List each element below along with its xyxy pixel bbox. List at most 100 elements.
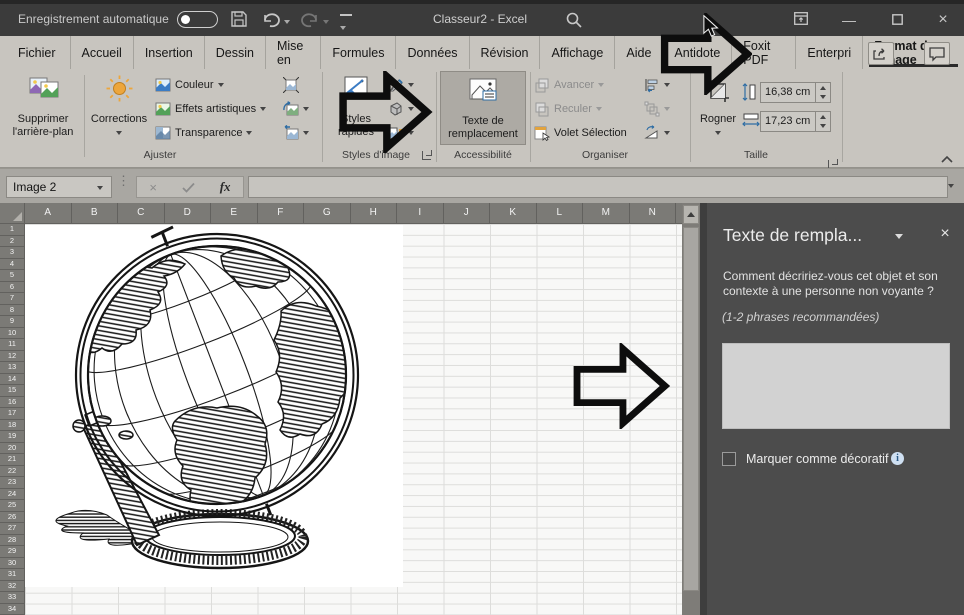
row-header-13[interactable]: 13 <box>0 362 25 374</box>
alt-text-button[interactable]: Texte de remplacement <box>440 71 526 145</box>
undo-menu-chevron[interactable] <box>284 20 290 24</box>
pane-close-icon[interactable]: × <box>935 225 955 243</box>
undo-icon[interactable] <box>261 10 281 30</box>
search-icon[interactable] <box>565 11 583 32</box>
column-header-h[interactable]: H <box>351 203 398 223</box>
row-header-5[interactable]: 5 <box>0 270 25 282</box>
selection-pane-button[interactable]: Volet Sélection <box>534 125 627 141</box>
column-header-f[interactable]: F <box>258 203 305 223</box>
tab-accueil[interactable]: Accueil <box>71 36 134 69</box>
tab-donn-es[interactable]: Données <box>396 36 469 69</box>
width-spinner[interactable]: 17,23 cm <box>760 111 831 132</box>
column-header-a[interactable]: A <box>25 203 72 223</box>
namebox-divider-dots[interactable]: ⋮ <box>117 178 130 184</box>
row-header-29[interactable]: 29 <box>0 546 25 558</box>
row-header-26[interactable]: 26 <box>0 512 25 524</box>
autosave-toggle[interactable] <box>177 11 218 28</box>
row-header-14[interactable]: 14 <box>0 374 25 386</box>
row-header-3[interactable]: 3 <box>0 247 25 259</box>
row-header-24[interactable]: 24 <box>0 489 25 501</box>
row-header-7[interactable]: 7 <box>0 293 25 305</box>
tab-r-vision[interactable]: Révision <box>470 36 541 69</box>
tab-insertion[interactable]: Insertion <box>134 36 205 69</box>
column-header-k[interactable]: K <box>490 203 537 223</box>
column-header-l[interactable]: L <box>537 203 584 223</box>
globe-picture[interactable] <box>25 225 403 587</box>
width-spin-buttons[interactable] <box>816 111 831 132</box>
row-header-18[interactable]: 18 <box>0 420 25 432</box>
styles-dialog-launcher-icon[interactable] <box>422 151 431 160</box>
row-header-19[interactable]: 19 <box>0 431 25 443</box>
alt-text-textarea[interactable] <box>722 343 950 429</box>
scrollbar-thumb[interactable] <box>683 227 699 591</box>
maximize-button[interactable] <box>886 10 908 30</box>
row-header-12[interactable]: 12 <box>0 351 25 363</box>
row-header-4[interactable]: 4 <box>0 259 25 271</box>
tab-aide[interactable]: Aide <box>615 36 663 69</box>
picture-effects-button[interactable] <box>388 101 414 117</box>
row-header-2[interactable]: 2 <box>0 236 25 248</box>
change-picture-button[interactable] <box>283 101 309 117</box>
rotate-button[interactable] <box>644 125 670 141</box>
formula-input[interactable] <box>248 176 948 198</box>
compress-picture-button[interactable] <box>283 77 299 93</box>
row-header-11[interactable]: 11 <box>0 339 25 351</box>
column-header-d[interactable]: D <box>165 203 212 223</box>
info-icon[interactable]: i <box>891 452 904 465</box>
insert-function-icon[interactable]: fx <box>220 179 231 195</box>
tab-enterpri[interactable]: Enterpri <box>796 36 863 69</box>
minimize-button[interactable]: — <box>838 10 860 30</box>
row-header-16[interactable]: 16 <box>0 397 25 409</box>
vertical-scrollbar[interactable] <box>682 203 700 615</box>
effets-artistiques-button[interactable]: Effets artistiques <box>155 101 266 117</box>
row-header-21[interactable]: 21 <box>0 454 25 466</box>
row-header-27[interactable]: 27 <box>0 523 25 535</box>
tab-fichier[interactable]: Fichier <box>4 36 71 69</box>
row-header-22[interactable]: 22 <box>0 466 25 478</box>
comment-button[interactable] <box>924 42 950 65</box>
row-header-10[interactable]: 10 <box>0 328 25 340</box>
tab-formules[interactable]: Formules <box>321 36 396 69</box>
row-header-8[interactable]: 8 <box>0 305 25 317</box>
column-header-b[interactable]: B <box>72 203 119 223</box>
tab-antidote[interactable]: Antidote <box>663 36 732 69</box>
reset-picture-button[interactable] <box>283 125 309 141</box>
height-spin-buttons[interactable] <box>816 82 831 103</box>
name-box[interactable]: Image 2 <box>6 176 112 198</box>
picture-layout-button[interactable] <box>388 125 414 141</box>
tab-mise-en[interactable]: Mise en <box>266 36 321 69</box>
picture-border-button[interactable] <box>388 77 414 93</box>
couleur-button[interactable]: Couleur <box>155 77 224 93</box>
column-header-m[interactable]: M <box>583 203 630 223</box>
collapse-ribbon-icon[interactable] <box>940 151 954 161</box>
tab-foxit-pdf[interactable]: Foxit PDF <box>732 36 796 69</box>
tab-dessin[interactable]: Dessin <box>205 36 266 69</box>
row-header-17[interactable]: 17 <box>0 408 25 420</box>
expand-formula-bar-chevron[interactable] <box>948 184 954 188</box>
scroll-up-button[interactable] <box>683 205 699 224</box>
row-header-9[interactable]: 9 <box>0 316 25 328</box>
tab-affichage[interactable]: Affichage <box>540 36 615 69</box>
share-button[interactable] <box>868 42 894 65</box>
row-header-25[interactable]: 25 <box>0 500 25 512</box>
column-header-n[interactable]: N <box>630 203 677 223</box>
row-header-1[interactable]: 1 <box>0 224 25 236</box>
height-value[interactable]: 16,38 cm <box>760 82 816 103</box>
row-header-30[interactable]: 30 <box>0 558 25 570</box>
column-header-g[interactable]: G <box>304 203 351 223</box>
ribbon-display-options-icon[interactable] <box>790 10 812 30</box>
transparence-button[interactable]: Transparence <box>155 125 252 141</box>
select-all-corner[interactable] <box>0 203 25 223</box>
row-header-31[interactable]: 31 <box>0 569 25 581</box>
row-header-28[interactable]: 28 <box>0 535 25 547</box>
row-header-15[interactable]: 15 <box>0 385 25 397</box>
row-header-20[interactable]: 20 <box>0 443 25 455</box>
row-header-33[interactable]: 33 <box>0 592 25 604</box>
pane-menu-chevron[interactable] <box>895 234 903 239</box>
column-header-e[interactable]: E <box>211 203 258 223</box>
align-button[interactable] <box>644 77 670 93</box>
column-header-j[interactable]: J <box>444 203 491 223</box>
row-header-34[interactable]: 34 <box>0 604 25 615</box>
column-header-i[interactable]: I <box>397 203 444 223</box>
save-icon[interactable] <box>230 10 250 30</box>
